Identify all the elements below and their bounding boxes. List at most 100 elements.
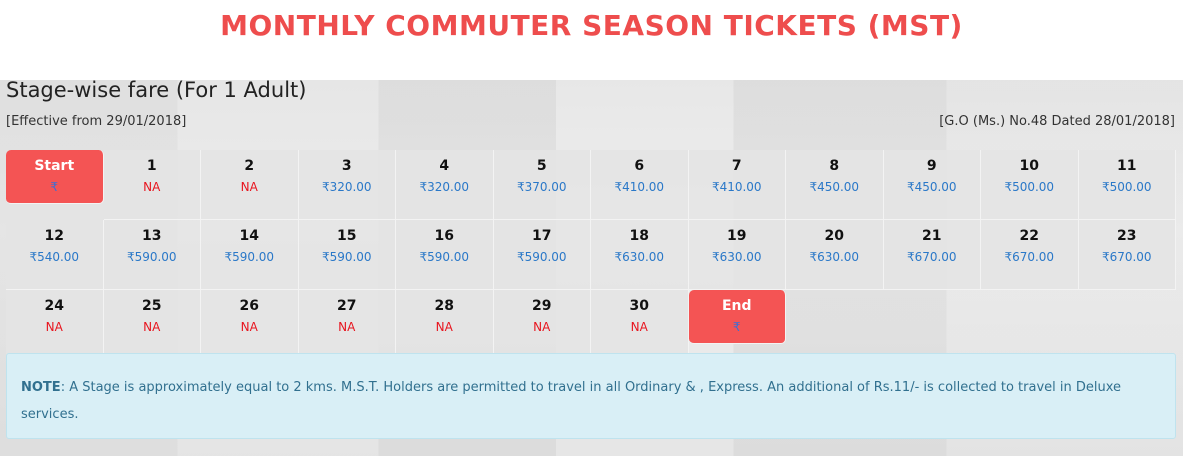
stage-number: 28 [434,298,454,314]
stage-cell[interactable]: 30 NA [591,290,689,360]
stage-fare: ₹450.00 [906,180,957,194]
stage-number: Start [34,158,75,174]
stage-cell[interactable]: 5 ₹370.00 [493,150,591,220]
stage-end-cell[interactable]: End ₹ [688,290,786,344]
stage-number: 30 [629,298,649,314]
stage-cell[interactable]: 1 NA [103,150,201,220]
stage-row: Start ₹1 NA 2 NA 3 ₹320.00 4 ₹320.00 5 ₹370.00 6 ₹41… [6,150,1176,220]
effective-date: [Effective from 29/01/2018] [6,114,187,129]
stage-fare: ₹320.00 [419,180,470,194]
stage-number: 6 [634,158,645,174]
stage-number: 4 [439,158,450,174]
stage-fare: ₹450.00 [809,180,860,194]
stage-number: 20 [824,228,844,244]
stage-fare: ₹410.00 [711,180,762,194]
stage-number: 2 [244,158,255,174]
stage-cell[interactable]: 22 ₹670.00 [981,220,1079,290]
stage-number: 23 [1117,228,1137,244]
stage-fare: ₹590.00 [224,250,275,264]
stage-number: 5 [536,158,547,174]
note-label: NOTE [21,380,61,395]
stage-fare: ₹670.00 [1101,250,1152,264]
stage-number: 25 [142,298,162,314]
stage-start-cell[interactable]: Start ₹ [6,150,104,204]
stage-cell[interactable]: 13 ₹590.00 [103,220,201,290]
stage-fare: NA [45,320,63,334]
stage-fare: NA [533,320,551,334]
stage-fare: ₹ [732,320,741,334]
stage-fare: NA [338,320,356,334]
stage-cell[interactable]: 6 ₹410.00 [591,150,689,220]
stage-fare: ₹ [50,180,59,194]
page-title: MONTHLY COMMUTER SEASON TICKETS (MST) [220,9,963,42]
stage-number: 24 [44,298,64,314]
stage-cell[interactable]: 2 NA [201,150,299,220]
stage-cell[interactable]: 12 ₹540.00 [6,220,104,290]
stage-number: 19 [727,228,747,244]
stage-fare: ₹320.00 [321,180,372,194]
stage-cell[interactable]: 20 ₹630.00 [786,220,884,290]
stage-fare: ₹590.00 [321,250,372,264]
stage-fare-grid: Start ₹1 NA 2 NA 3 ₹320.00 4 ₹320.00 5 ₹370.00 6 ₹41… [6,150,1176,360]
stage-cell[interactable]: 16 ₹590.00 [396,220,494,290]
stage-number: 10 [1019,158,1039,174]
stage-fare: ₹590.00 [126,250,177,264]
stage-cell[interactable]: 27 NA [298,290,396,360]
stage-cell[interactable]: 28 NA [396,290,494,360]
stage-row: 24 NA 25 NA 26 NA 27 NA 28 NA 29 NA 30 NA End ₹ [6,290,1176,360]
stage-number: 22 [1019,228,1039,244]
stage-cell[interactable]: 10 ₹500.00 [981,150,1079,220]
stage-cell[interactable]: 21 ₹670.00 [883,220,981,290]
stage-cell[interactable]: 8 ₹450.00 [786,150,884,220]
stage-cell[interactable]: 25 NA [103,290,201,360]
stage-fare: NA [143,180,161,194]
stage-cell[interactable]: 15 ₹590.00 [298,220,396,290]
stage-number: 29 [532,298,552,314]
stage-number: 9 [926,158,937,174]
stage-fare: ₹670.00 [906,250,957,264]
go-reference: [G.O (Ms.) No.48 Dated 28/01/2018] [939,114,1175,129]
stage-cell[interactable]: 11 ₹500.00 [1078,150,1176,220]
stage-number: 11 [1117,158,1137,174]
stage-cell[interactable]: 24 NA [6,290,104,360]
stage-fare: ₹370.00 [516,180,567,194]
stage-fare: ₹630.00 [711,250,762,264]
empty-cell [884,290,982,360]
stage-cell[interactable]: 17 ₹590.00 [493,220,591,290]
stage-number: 27 [337,298,357,314]
stage-number: 21 [922,228,942,244]
stage-number: 26 [239,298,259,314]
stage-fare: ₹630.00 [614,250,665,264]
stage-fare: NA [143,320,161,334]
stage-number: 15 [337,228,357,244]
stage-number: 8 [829,158,840,174]
stage-fare: NA [435,320,453,334]
stage-cell[interactable]: 14 ₹590.00 [201,220,299,290]
empty-cell [1079,290,1177,360]
stage-cell[interactable]: 19 ₹630.00 [688,220,786,290]
stage-fare: ₹410.00 [614,180,665,194]
stage-fare: ₹500.00 [1101,180,1152,194]
stage-cell[interactable]: 9 ₹450.00 [883,150,981,220]
stage-fare: ₹590.00 [516,250,567,264]
stage-cell[interactable]: 3 ₹320.00 [298,150,396,220]
note-text: : A Stage is approximately equal to 2 km… [21,380,1122,422]
stage-fare: ₹540.00 [29,250,80,264]
stage-row: 12 ₹540.00 13 ₹590.00 14 ₹590.00 15 ₹590.00 16 ₹5… [6,220,1176,290]
stage-cell[interactable]: 7 ₹410.00 [688,150,786,220]
stage-number: 16 [434,228,454,244]
stage-cell[interactable]: 26 NA [201,290,299,360]
stage-fare: NA [240,320,258,334]
stage-cell[interactable]: 18 ₹630.00 [591,220,689,290]
stage-cell[interactable]: 23 ₹670.00 [1078,220,1176,290]
stage-number: 14 [239,228,259,244]
stage-number: 7 [731,158,742,174]
stage-number: 18 [629,228,649,244]
stage-fare: NA [630,320,648,334]
stage-cell[interactable]: 29 NA [493,290,591,360]
stage-cell[interactable]: 4 ₹320.00 [396,150,494,220]
stage-fare: ₹590.00 [419,250,470,264]
stage-fare: ₹500.00 [1004,180,1055,194]
stage-number: 3 [341,158,352,174]
stage-number: 17 [532,228,552,244]
